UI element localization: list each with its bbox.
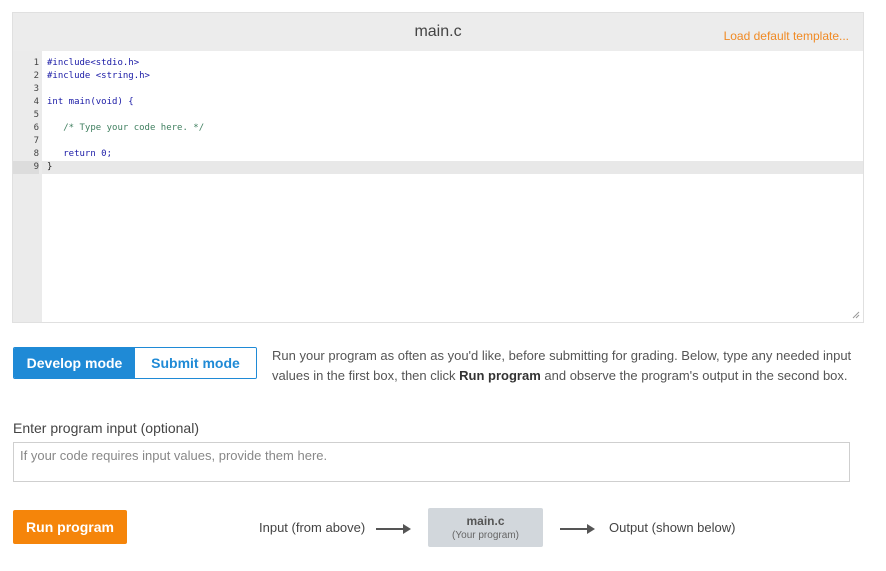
line-number: 7 [33,136,39,146]
arrow-right-icon [376,524,411,534]
code-area[interactable]: 1 #include<stdio.h> 2 #include <string.h… [13,51,863,322]
line-number: 5 [33,110,39,120]
run-program-button[interactable]: Run program [13,510,127,544]
code-editor: main.c Load default template... 1 #inclu… [12,12,864,323]
line-number: 4 [33,97,39,107]
line-text: #include <string.h> [47,71,150,81]
program-box: main.c (Your program) [428,508,543,547]
program-box-subtitle: (Your program) [452,530,519,541]
line-text: #include<stdio.h> [47,58,140,68]
mode-description: Run your program as often as you'd like,… [272,346,872,386]
editor-body[interactable]: 1 #include<stdio.h> 2 #include <string.h… [13,51,863,322]
code-line[interactable]: 5 [34,109,863,122]
resize-handle-icon[interactable] [852,311,860,319]
program-input-label: Enter program input (optional) [13,420,199,436]
line-number: 1 [33,58,39,68]
line-number: 6 [33,123,39,133]
flow-output-label: Output (shown below) [609,520,736,535]
load-default-template-link[interactable]: Load default template... [724,29,849,43]
code-line[interactable]: 1 #include<stdio.h> [34,57,863,70]
line-text: /* Type your code here. */ [47,123,205,133]
line-number: 3 [33,84,39,94]
develop-mode-button[interactable]: Develop mode [14,348,135,378]
line-text: int main(void) { [47,97,134,107]
code-line-active[interactable]: 9 } [13,161,863,174]
line-text: return 0; [47,149,113,159]
code-line[interactable]: 8 return 0; [34,148,863,161]
code-line[interactable]: 3 [34,83,863,96]
editor-header: main.c Load default template... [13,13,863,51]
code-line[interactable]: 7 [34,135,863,148]
arrow-right-icon [560,524,595,534]
line-number: 8 [33,149,39,159]
flow-input-label: Input (from above) [259,520,366,535]
submit-mode-button[interactable]: Submit mode [135,348,256,378]
code-line[interactable]: 4 int main(void) { [34,96,863,109]
program-box-name: main.c [466,514,505,528]
mode-description-text-end: and observe the program's output in the … [540,368,848,383]
line-number: 2 [33,71,39,81]
program-input-field[interactable] [13,442,850,482]
line-number: 9 [13,161,39,174]
code-line[interactable]: 6 /* Type your code here. */ [34,122,863,135]
mode-toggle: Develop mode Submit mode [13,347,257,379]
mode-description-run-program: Run program [459,368,541,383]
line-text: } [47,162,53,172]
code-line[interactable]: 2 #include <string.h> [34,70,863,83]
